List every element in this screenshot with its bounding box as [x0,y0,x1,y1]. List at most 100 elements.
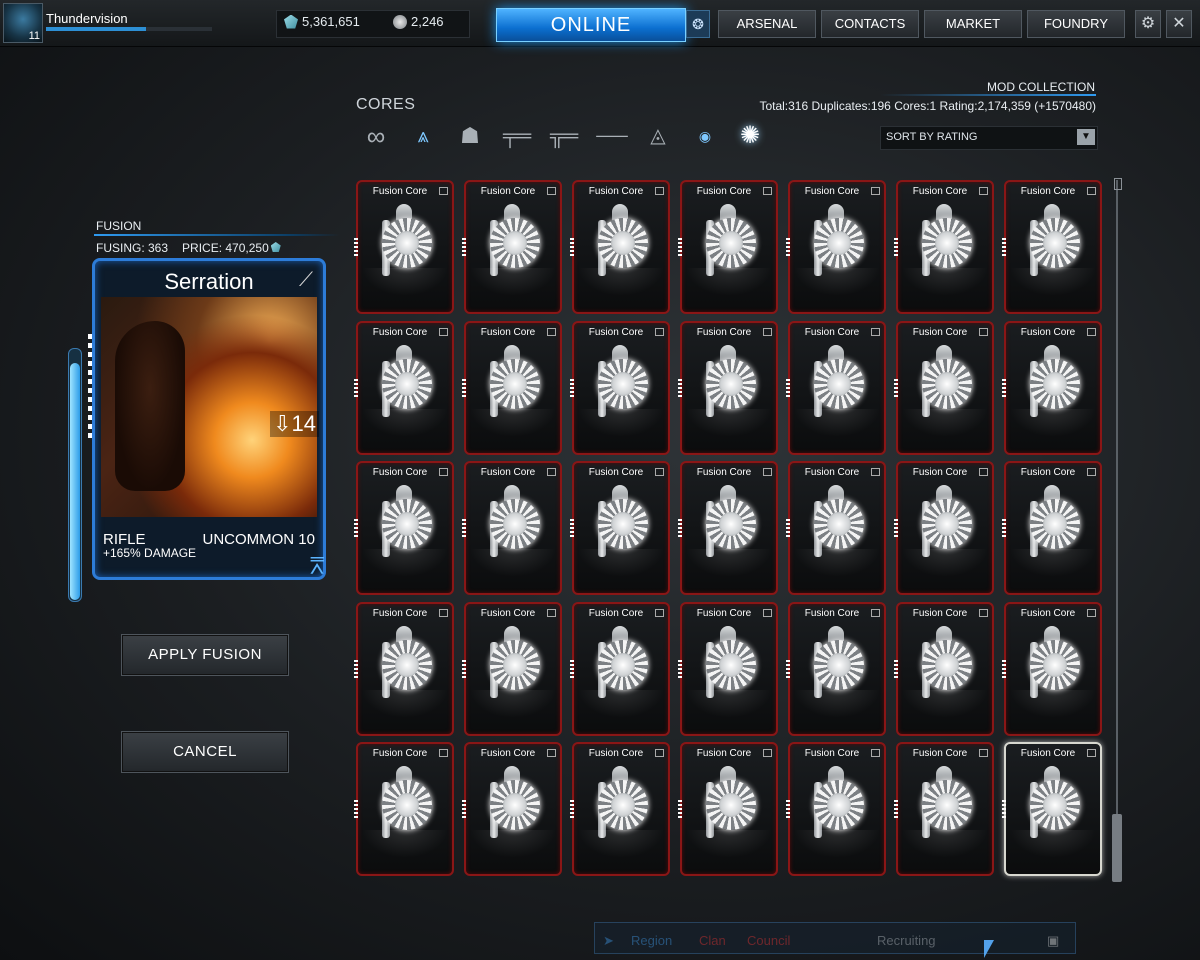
lotus-icon[interactable]: ❂ [686,10,710,38]
fusion-core-card[interactable]: Fusion Core [678,321,778,455]
fusion-core-card[interactable]: Fusion Core [462,321,562,455]
chat-tab-region[interactable]: Region [631,933,672,948]
all-icon[interactable]: ∞ [356,118,396,154]
fusion-price: PRICE: 470,250 [182,241,269,255]
card-type-icon [547,328,556,336]
card-name: Fusion Core [1020,608,1076,619]
nav-market[interactable]: MARKET [924,10,1022,38]
card-name: Fusion Core [804,608,860,619]
fusion-core-card[interactable]: Fusion Core [462,180,562,314]
card-type-icon [763,468,772,476]
collection-divider [880,94,1096,96]
fusion-core-card[interactable]: Fusion Core [354,461,454,595]
fusion-core-card[interactable]: Fusion Core [678,742,778,876]
close-icon[interactable]: ✕ [1166,10,1192,38]
apply-fusion-button[interactable]: APPLY FUSION [121,634,289,676]
xp-bar-fill [46,27,146,31]
card-type-icon [979,609,988,617]
chevron-down-icon[interactable]: ▼ [1077,129,1095,145]
fusion-core-card[interactable]: Fusion Core [1002,602,1102,736]
card-rank-ticks [1002,379,1006,399]
card-type-icon [979,468,988,476]
fusion-core-card[interactable]: Fusion Core [1002,461,1102,595]
fusion-core-card[interactable]: Fusion Core [570,461,670,595]
fusion-core-card[interactable]: Fusion Core [570,321,670,455]
card-rank-ticks [786,800,790,820]
card-name: Fusion Core [588,467,644,478]
fusion-core-card[interactable]: Fusion Core [1002,180,1102,314]
nav-contacts[interactable]: CONTACTS [821,10,919,38]
fusion-core-card[interactable]: Fusion Core [462,742,562,876]
credits-icon [284,14,298,29]
credits-value: 5,361,651 [302,14,360,29]
card-name: Fusion Core [912,327,968,338]
aura-icon[interactable]: ☗ [448,118,492,154]
fusion-core-card[interactable]: Fusion Core [786,461,886,595]
target-mod-card[interactable]: Serration ⟋ ⇩14 RIFLE UNCOMMON 10 +165% … [92,258,326,580]
fusion-core-card[interactable]: Fusion Core [354,180,454,314]
fusion-core-card[interactable]: Fusion Core [894,321,994,455]
card-name: Fusion Core [588,327,644,338]
fusion-core-card[interactable]: Fusion Core [354,602,454,736]
sentinel-icon[interactable]: ◬ [638,118,678,154]
card-name: Fusion Core [804,467,860,478]
fusion-progress-fill [70,362,80,600]
pistol-icon[interactable]: ╦═ [544,118,584,154]
fusion-core-card[interactable]: Fusion Core [678,180,778,314]
card-type-icon [547,609,556,617]
fusion-core-card[interactable]: Fusion Core [462,602,562,736]
fusion-core-card[interactable]: Fusion Core [1002,321,1102,455]
platinum-display: 2,246 [393,14,444,29]
card-name: Fusion Core [372,186,428,197]
platinum-value: 2,246 [411,14,444,29]
fusion-core-card[interactable]: Fusion Core [570,180,670,314]
fusion-core-card[interactable]: Fusion Core [570,742,670,876]
card-type-icon [655,468,664,476]
chat-tab-clan[interactable]: Clan [699,933,726,948]
card-type-icon [655,749,664,757]
online-status-button[interactable]: ONLINE [496,8,686,42]
fusion-core-card[interactable]: Fusion Core [786,180,886,314]
nav-arsenal[interactable]: ARSENAL [718,10,816,38]
fusion-core-card[interactable]: Fusion Core [678,461,778,595]
fusion-core-card[interactable]: Fusion Core [354,321,454,455]
rifle-icon[interactable]: ╤═ [494,118,540,154]
warframe-icon[interactable]: ⩓ [406,118,440,154]
scrollbar-track[interactable] [1116,180,1118,880]
nav-foundry[interactable]: FOUNDRY [1027,10,1125,38]
card-rank-ticks [678,519,682,539]
card-name: Fusion Core [912,608,968,619]
fusion-core-card[interactable]: Fusion Core [786,602,886,736]
player-avatar[interactable]: 11 [3,3,43,43]
scrollbar-thumb[interactable] [1112,814,1122,882]
card-name: Fusion Core [480,327,536,338]
sort-dropdown[interactable]: SORT BY RATING ▼ [880,126,1098,150]
cancel-button[interactable]: CANCEL [121,731,289,773]
chat-bar[interactable]: ➤ Region Clan Council Recruiting ▣ [594,922,1076,954]
fusion-core-card[interactable]: Fusion Core [462,461,562,595]
fusion-core-card[interactable]: Fusion Core [570,602,670,736]
companion-icon[interactable]: ◉ [692,118,718,154]
melee-icon[interactable]: ⸺ [590,118,634,154]
fusion-core-card[interactable]: Fusion Core [894,461,994,595]
fusion-core-card[interactable]: Fusion Core [786,742,886,876]
fusion-core-card[interactable]: Fusion Core [786,321,886,455]
fusion-core-card[interactable]: Fusion Core [1002,742,1102,876]
gear-icon[interactable]: ⚙ [1135,10,1161,38]
card-name: Fusion Core [372,748,428,759]
platinum-icon [393,14,407,29]
fusion-core-card[interactable]: Fusion Core [894,602,994,736]
chat-expand-icon[interactable]: ▣ [1047,933,1059,949]
card-name: Fusion Core [480,608,536,619]
chat-tab-council[interactable]: Council [747,933,790,948]
chat-tab-recruiting[interactable]: Recruiting [877,933,936,948]
card-name: Fusion Core [588,608,644,619]
chat-arrow-icon[interactable]: ➤ [603,933,614,949]
fusion-core-card[interactable]: Fusion Core [678,602,778,736]
card-rank-ticks [462,519,466,539]
core-icon[interactable]: ✺ [730,118,770,154]
fusion-core-card[interactable]: Fusion Core [354,742,454,876]
fusion-core-card[interactable]: Fusion Core [894,742,994,876]
fusion-core-card[interactable]: Fusion Core [894,180,994,314]
card-rank-ticks [570,800,574,820]
